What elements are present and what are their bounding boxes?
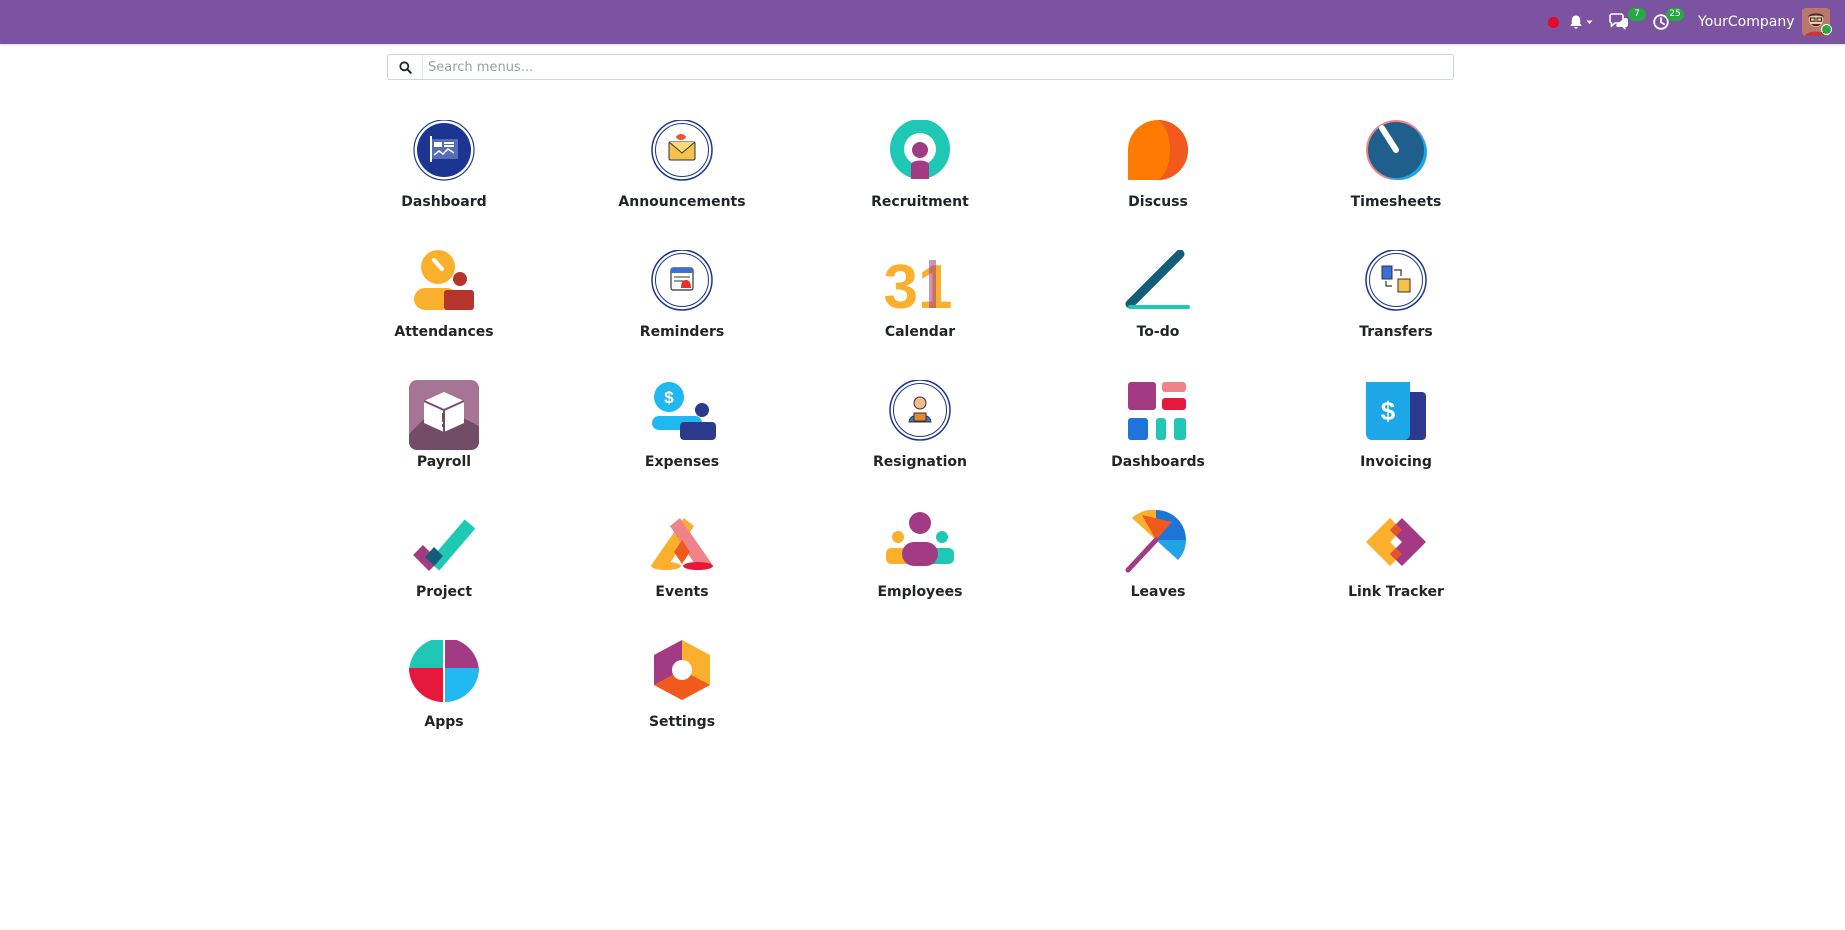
search-icon — [388, 55, 423, 79]
online-status-dot — [1821, 24, 1832, 35]
app-label: Dashboards — [1111, 454, 1205, 470]
app-link-tracker[interactable]: Link Tracker — [1316, 510, 1476, 620]
app-label: Timesheets — [1350, 194, 1442, 210]
resignation-icon — [889, 380, 951, 441]
recording-indicator[interactable] — [1548, 0, 1559, 44]
apps-icon — [409, 640, 479, 702]
todo-icon — [1125, 250, 1190, 309]
app-settings[interactable]: Settings — [602, 640, 762, 750]
app-dashboards[interactable]: Dashboards — [1078, 380, 1238, 490]
bell-icon — [1570, 15, 1593, 29]
app-transfers[interactable]: Transfers — [1316, 250, 1476, 360]
app-events[interactable]: Events — [602, 510, 762, 620]
invoicing-icon: $ — [1366, 382, 1426, 440]
menu-search-bar — [387, 54, 1459, 80]
chat-icon — [1609, 13, 1628, 30]
recruitment-icon — [890, 120, 950, 179]
reminders-icon — [651, 250, 713, 311]
app-label: Reminders — [639, 324, 725, 340]
app-label: Leaves — [1130, 584, 1186, 600]
app-apps[interactable]: Apps — [364, 640, 524, 750]
app-leaves[interactable]: Leaves — [1078, 510, 1238, 620]
activities-count-badge: 25 — [1666, 8, 1684, 21]
dashboard-icon — [413, 120, 475, 181]
dashboards-icon — [1128, 382, 1186, 440]
app-label: Attendances — [394, 324, 494, 340]
app-label: Project — [415, 584, 473, 600]
svg-text:$: $ — [664, 388, 674, 407]
user-menu[interactable] — [1802, 0, 1830, 44]
messages-button[interactable]: 7 — [1608, 0, 1646, 44]
svg-text:31: 31 — [884, 253, 952, 322]
app-calendar[interactable]: 31 Calendar — [840, 250, 1000, 360]
app-discuss[interactable]: Discuss — [1078, 120, 1238, 230]
company-switcher[interactable]: YourCompany — [1698, 0, 1795, 44]
calendar-icon: 31 — [884, 253, 952, 322]
app-label: Apps — [424, 714, 464, 730]
app-label: Calendar — [884, 324, 956, 340]
app-label: Expenses — [644, 454, 720, 470]
app-todo[interactable]: To-do — [1078, 250, 1238, 360]
app-label: Announcements — [618, 194, 746, 210]
app-employees[interactable]: Employees — [840, 510, 1000, 620]
announcements-icon — [651, 120, 713, 181]
settings-icon — [654, 640, 710, 700]
app-label: Employees — [877, 584, 963, 600]
activities-button[interactable]: 25 — [1652, 0, 1684, 44]
timesheets-icon — [1366, 120, 1427, 180]
app-recruitment[interactable]: Recruitment — [840, 120, 1000, 230]
app-resignation[interactable]: Resignation — [840, 380, 1000, 490]
app-label: Recruitment — [871, 194, 969, 210]
app-payroll[interactable]: Payroll — [364, 380, 524, 490]
app-label: To-do — [1136, 324, 1180, 340]
link-tracker-icon — [1366, 518, 1426, 566]
app-invoicing[interactable]: $ Invoicing — [1316, 380, 1476, 490]
project-icon — [413, 519, 476, 571]
app-dashboard[interactable]: Dashboard — [364, 120, 524, 230]
top-navbar: 7 25 YourCompany — [0, 0, 1845, 44]
events-icon — [651, 518, 713, 570]
app-label: Payroll — [416, 454, 472, 470]
discuss-icon — [1128, 120, 1188, 180]
app-attendances[interactable]: Attendances — [364, 250, 524, 360]
expenses-icon: $ — [652, 382, 716, 440]
messages-count-badge: 7 — [1628, 8, 1646, 21]
leaves-icon — [1125, 510, 1186, 573]
payroll-icon — [409, 380, 479, 450]
notifications-button[interactable] — [1568, 0, 1598, 44]
transfers-icon — [1365, 250, 1427, 311]
app-label: Settings — [648, 714, 716, 730]
app-label: Discuss — [1128, 194, 1188, 210]
app-label: Transfers — [1359, 324, 1433, 340]
app-label: Events — [655, 584, 709, 600]
app-timesheets[interactable]: Timesheets — [1316, 120, 1476, 230]
app-label: Dashboard — [401, 194, 487, 210]
app-label: Invoicing — [1360, 454, 1432, 470]
search-input[interactable] — [422, 55, 1459, 79]
svg-text:$: $ — [1381, 396, 1396, 426]
app-reminders[interactable]: Reminders — [602, 250, 762, 360]
app-announcements[interactable]: Announcements — [602, 120, 762, 230]
app-expenses[interactable]: $ Expenses — [602, 380, 762, 490]
app-label: Resignation — [873, 454, 967, 470]
attendances-icon — [414, 250, 474, 310]
app-label: Link Tracker — [1348, 584, 1444, 600]
app-project[interactable]: Project — [364, 510, 524, 620]
employees-icon — [886, 512, 954, 566]
record-dot-icon — [1548, 16, 1559, 28]
